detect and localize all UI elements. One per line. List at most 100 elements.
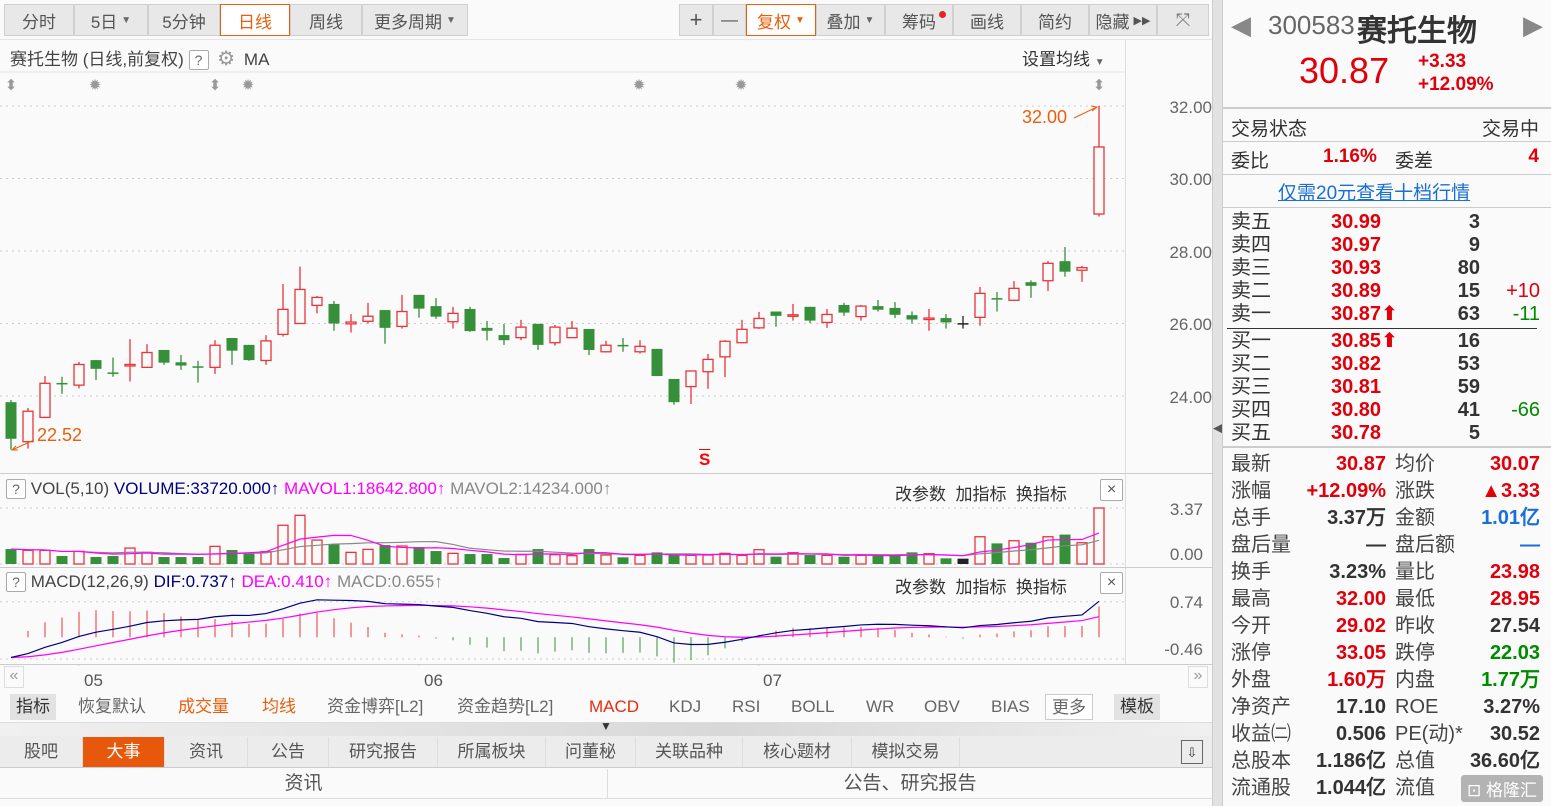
price-tick: 26.00 [1169, 315, 1212, 334]
order-level-label: 卖五 [1231, 211, 1271, 233]
volume-bar [396, 545, 408, 565]
volume-bar [804, 555, 816, 564]
volume-bar [464, 554, 476, 564]
candle-body [651, 348, 663, 377]
candle-body [1025, 282, 1037, 286]
indicator-tab-macd[interactable]: MACD [583, 694, 645, 720]
weicha-value: 4 [1528, 146, 1539, 167]
tab-news[interactable]: 资讯 [165, 737, 248, 767]
candle-body [787, 314, 799, 317]
tab-simulated-trading[interactable]: 模拟交易 [852, 737, 960, 767]
scroll-left-button[interactable]: « [4, 666, 24, 688]
volume-bar [226, 550, 238, 564]
tab-major-events[interactable]: 大事 [83, 737, 165, 767]
stat-value: 1.60万 [1327, 669, 1386, 691]
download-icon[interactable]: ⇩ [1181, 740, 1203, 764]
order-price: 30.78 [1331, 422, 1382, 444]
panel-splitter[interactable]: ▼ [0, 719, 1212, 736]
indicator-tab-kdj[interactable]: KDJ [663, 694, 707, 720]
stat-label: 均价 [1395, 453, 1435, 475]
order-level-label: 买五 [1231, 422, 1271, 444]
order-book-row: 买二 30.82 53 [1223, 353, 1551, 376]
volume-bar [430, 551, 442, 564]
indicator-tab-bias[interactable]: BIAS [985, 694, 1036, 720]
volume-bar [753, 549, 765, 565]
indicator-tab-fund-trend[interactable]: 资金趋势[L2] [451, 694, 559, 720]
volume-bar [1093, 507, 1105, 565]
volume-bar [141, 551, 153, 565]
candle-body [209, 344, 221, 369]
tab-research-reports[interactable]: 研究报告 [329, 737, 438, 767]
stat-label: 总股本 [1231, 750, 1291, 772]
candle-body [158, 349, 170, 363]
prev-stock-button[interactable]: ◀ [1231, 10, 1251, 41]
collapse-arrow-icon[interactable]: ▼ [600, 719, 612, 733]
indicator-tab-wr[interactable]: WR [860, 694, 900, 720]
order-level-label: 卖二 [1231, 280, 1271, 302]
candle-body [362, 315, 374, 322]
weibi-label: 委比 [1231, 151, 1270, 172]
tab-core-themes[interactable]: 核心题材 [743, 737, 852, 767]
order-volume: 9 [1468, 234, 1480, 256]
indicator-tab-reset[interactable]: 恢复默认 [72, 694, 152, 720]
stat-label: 净资产 [1231, 696, 1291, 718]
candle-body [1042, 262, 1054, 282]
order-book-row: 买五 30.78 5 [1223, 422, 1551, 445]
volume-bar [515, 553, 527, 565]
stat-label: 换手 [1231, 561, 1271, 583]
volume-bar [770, 556, 782, 564]
stat-value: 32.00 [1335, 588, 1386, 610]
candle-body [685, 370, 697, 388]
tab-announcements[interactable]: 公告 [248, 737, 329, 767]
status-label: 交易状态 [1231, 119, 1308, 140]
kline-chart[interactable]: ⬍ ⬍ ⬍ ✹ ✹ ✹ ✹ [0, 0, 1125, 666]
order-book-row: 卖四 30.97 9 [1223, 234, 1551, 257]
indicator-tab-ma[interactable]: 均线 [256, 694, 302, 720]
volume-bar [56, 556, 68, 564]
candle-body [107, 372, 119, 374]
order-volume-change: -66 [1511, 399, 1540, 421]
tab-related[interactable]: 关联品种 [636, 737, 743, 767]
indicator-tab-boll[interactable]: BOLL [785, 694, 840, 720]
candle-body [753, 317, 765, 329]
tab-ask-secretary[interactable]: 问董秘 [546, 737, 636, 767]
candle-body [447, 312, 459, 323]
indicator-tab-volume[interactable]: 成交量 [172, 694, 235, 720]
indicator-tab-template[interactable]: 模板 [1114, 694, 1160, 720]
indicator-tab-indicators[interactable]: 指标 [10, 694, 56, 720]
scroll-right-button[interactable]: » [1188, 666, 1208, 688]
order-volume: 53 [1457, 353, 1480, 375]
macd-tick: 0.74 [1169, 593, 1203, 612]
volume-tick: 0.00 [1169, 545, 1203, 564]
order-price: 30.89 [1331, 280, 1382, 302]
candle-body [124, 363, 136, 367]
stat-label: ROE [1395, 696, 1439, 718]
stats-row: 总股本 1.186亿 总值 36.60亿 [1223, 748, 1551, 775]
indicator-tab-fund-game[interactable]: 资金博弈[L2] [321, 694, 429, 720]
candle-body [498, 335, 510, 341]
candle-body [1008, 287, 1020, 301]
stock-name: 赛托生物 [1357, 15, 1477, 48]
indicator-tab-more[interactable]: 更多 [1045, 694, 1093, 720]
volume-bar [158, 557, 170, 564]
indicator-tab-obv[interactable]: OBV [918, 694, 966, 720]
tab-sectors[interactable]: 所属板块 [438, 737, 546, 767]
volume-bar [413, 547, 425, 564]
next-stock-button[interactable]: ▶ [1523, 10, 1543, 41]
order-level-label: 卖四 [1231, 234, 1271, 256]
candle-body [804, 306, 816, 321]
candle-body [889, 307, 901, 315]
indicator-tab-rsi[interactable]: RSI [726, 694, 766, 720]
tab-stock-forum[interactable]: 股吧 [0, 737, 83, 767]
fullscreen-button[interactable]: ⤧ [1157, 4, 1209, 36]
mavol2-line [10, 539, 1100, 557]
side-collapse-bar[interactable]: ◀ [1212, 0, 1223, 806]
stat-label: 盘后量 [1231, 534, 1291, 556]
level2-promo-link[interactable]: 仅需20元查看十档行情 [1278, 178, 1470, 205]
divider [1223, 446, 1551, 448]
fullscreen-icon: ⤧ [1175, 9, 1191, 30]
stat-value: 0.506 [1335, 723, 1386, 745]
order-price: 30.99 [1331, 211, 1382, 233]
stat-value: 1.186亿 [1315, 750, 1386, 772]
volume-bar [821, 554, 833, 565]
